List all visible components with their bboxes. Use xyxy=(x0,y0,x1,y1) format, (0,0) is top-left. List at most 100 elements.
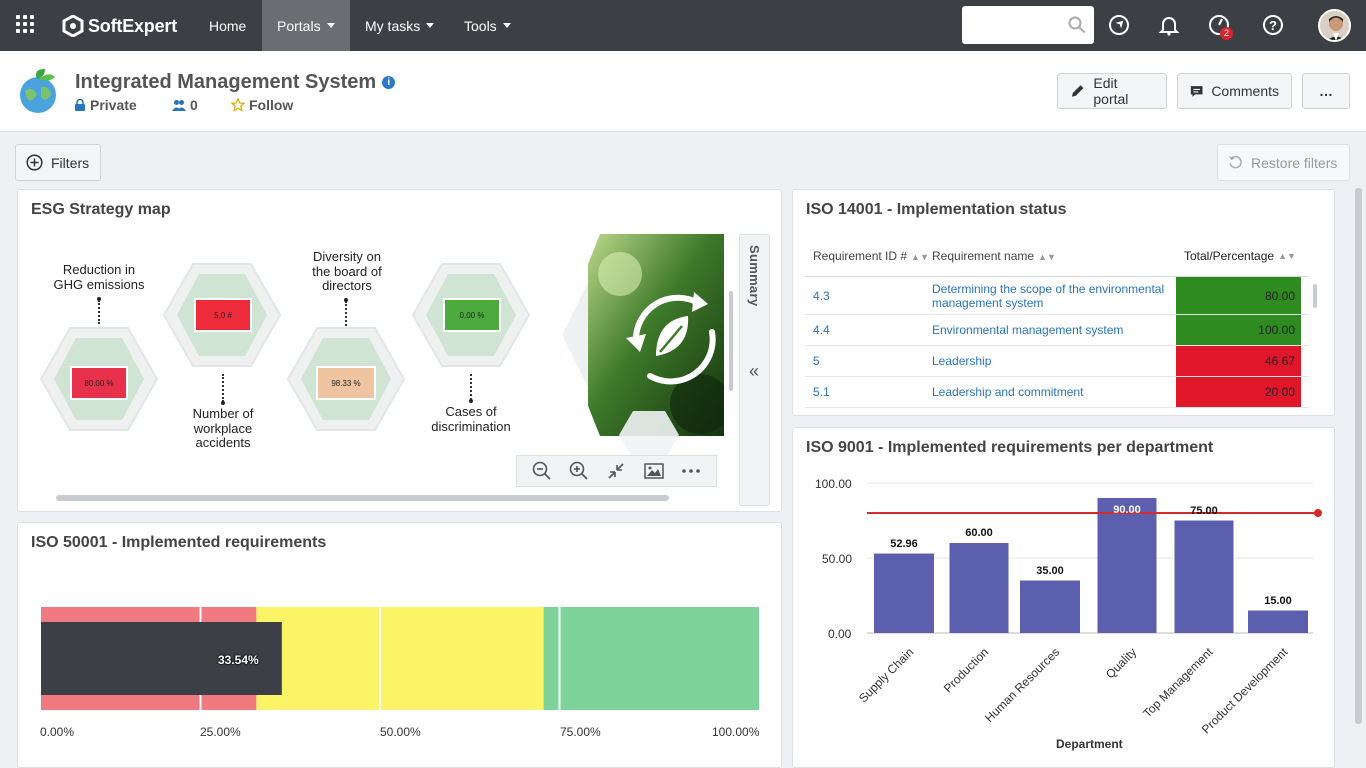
cell-value: 100.00 xyxy=(1176,315,1301,345)
sort-icon: ▲▼ xyxy=(1278,251,1296,261)
bell-icon[interactable] xyxy=(1157,13,1181,37)
ghg-label: Reduction in GHG emissions xyxy=(53,262,145,292)
sustainability-hexagon-image xyxy=(562,234,724,436)
image-icon[interactable] xyxy=(644,462,664,480)
cell-id[interactable]: 5.1 xyxy=(805,385,932,399)
sort-icon: ▲▼ xyxy=(1038,251,1056,262)
search-input[interactable] xyxy=(962,6,1094,44)
bar-value-label: 90.00 xyxy=(1113,504,1141,516)
nav-portals[interactable]: Portals xyxy=(262,0,350,51)
discrimination-value-box: 0.00 % xyxy=(443,298,501,332)
connector-line xyxy=(470,374,472,400)
nav-tools[interactable]: Tools xyxy=(464,0,511,51)
iso50001-value-label: 33.54% xyxy=(218,653,259,667)
cell-value: 20.00 xyxy=(1176,377,1301,407)
ghg-value-box: 80.00 % xyxy=(70,366,128,400)
nav-home[interactable]: Home xyxy=(209,0,246,51)
iso50001-tick-50: 50.00% xyxy=(380,725,421,739)
privacy-label: Private xyxy=(90,97,137,113)
page-title: Integrated Management System i xyxy=(75,71,396,94)
nav-my-tasks[interactable]: My tasks xyxy=(365,0,435,51)
horizontal-scrollbar[interactable] xyxy=(56,495,669,501)
x-axis-title: Department xyxy=(1056,737,1123,751)
cell-id[interactable]: 5 xyxy=(805,354,932,368)
svg-text:?: ? xyxy=(1269,18,1277,33)
privacy-indicator: Private xyxy=(75,97,137,113)
connector-dot xyxy=(97,297,101,301)
bar-top-management xyxy=(1174,520,1234,633)
iso50001-tick-0: 0.00% xyxy=(40,725,75,739)
column-header-id[interactable]: Requirement ID # ▲▼ xyxy=(805,249,932,263)
cell-name[interactable]: Environmental management system xyxy=(932,323,1176,337)
bar-value-label: 75.00 xyxy=(1190,504,1218,517)
table-header: Requirement ID # ▲▼ Requirement name ▲▼ To… xyxy=(805,236,1309,277)
more-options-button[interactable]: … xyxy=(1302,73,1350,109)
bar-quality xyxy=(1097,498,1157,633)
range-band-1 xyxy=(256,607,544,710)
cell-name[interactable]: Leadership xyxy=(932,354,1176,368)
comments-label: Comments xyxy=(1211,83,1279,99)
table-row[interactable]: 5 Leadership 46.67 xyxy=(805,346,1309,377)
chevron-down-icon xyxy=(426,23,435,28)
members-count[interactable]: 0 xyxy=(172,97,198,113)
cell-id[interactable]: 4.4 xyxy=(805,323,932,337)
connector-dot xyxy=(221,401,225,405)
info-icon[interactable]: i xyxy=(382,76,396,90)
vertical-scrollbar[interactable] xyxy=(729,291,733,391)
esg-map-title: ESG Strategy map xyxy=(31,201,171,218)
edit-portal-label: Edit portal xyxy=(1093,75,1129,107)
iso9001-panel: ISO 9001 - Implemented requirements per … xyxy=(792,427,1335,768)
edit-portal-button[interactable]: Edit portal xyxy=(1057,73,1167,109)
cell-id[interactable]: 4.3 xyxy=(805,289,932,303)
bar-value-label: 52.96 xyxy=(890,537,918,550)
user-photo-icon xyxy=(1320,11,1349,40)
range-band-2 xyxy=(543,607,759,710)
iso14001-table: Requirement ID # ▲▼ Requirement name ▲▼ To… xyxy=(805,236,1309,408)
table-row[interactable]: 4.4 Environmental management system 100.… xyxy=(805,315,1309,346)
column-header-name[interactable]: Requirement name ▲▼ xyxy=(932,249,1176,263)
brand-logo[interactable]: SoftExpert xyxy=(62,13,177,39)
connector-line xyxy=(98,300,100,324)
zoom-in-icon[interactable] xyxy=(569,461,589,481)
add-circle-icon xyxy=(26,154,43,171)
filters-button[interactable]: Filters xyxy=(15,144,101,181)
comments-button[interactable]: Comments xyxy=(1177,73,1292,109)
bar-value-label: 15.00 xyxy=(1264,594,1292,607)
column-header-total[interactable]: Total/Percentage ▲▼ xyxy=(1176,236,1301,276)
y-tick-50: 50.00 xyxy=(822,552,853,566)
page-title-text: Integrated Management System xyxy=(75,71,377,93)
restore-icon xyxy=(1229,155,1242,169)
zoom-out-icon[interactable] xyxy=(532,461,552,481)
page-scrollbar[interactable] xyxy=(1355,188,1362,724)
navigation-compass-icon[interactable] xyxy=(1107,13,1131,37)
iso14001-title: ISO 14001 - Implementation status xyxy=(806,201,1067,218)
bar-value-label: 60.00 xyxy=(965,527,993,539)
map-toolbar xyxy=(516,455,717,487)
iso14001-panel: ISO 14001 - Implementation status Requir… xyxy=(792,189,1335,416)
fit-icon[interactable] xyxy=(606,461,626,481)
discrimination-label: Cases of discrimination xyxy=(431,404,511,434)
collapse-chevron-icon[interactable]: « xyxy=(749,361,759,382)
iso50001-tick-25: 25.00% xyxy=(200,725,241,739)
follow-button[interactable]: Follow xyxy=(231,97,293,113)
top-navigation-bar: SoftExpert Home Portals My tasks Tools 2… xyxy=(0,0,1366,51)
chevron-down-icon xyxy=(326,23,335,28)
cell-name[interactable]: Leadership and commitment xyxy=(932,385,1176,399)
cell-name[interactable]: Determining the scope of the environment… xyxy=(932,282,1176,310)
table-scrollbar[interactable] xyxy=(1313,284,1317,308)
pencil-icon xyxy=(1071,85,1084,97)
cell-value: 80.00 xyxy=(1176,277,1301,314)
help-icon[interactable]: ? xyxy=(1261,13,1285,37)
column-header-name-label: Requirement name xyxy=(932,249,1035,263)
chevron-down-icon xyxy=(502,23,511,28)
restore-filters-button[interactable]: Restore filters xyxy=(1217,144,1350,181)
app-grid-icon[interactable] xyxy=(16,15,36,35)
search-icon xyxy=(1068,16,1086,34)
bar-human-resources xyxy=(1020,580,1080,633)
table-row[interactable]: 5.1 Leadership and commitment 20.00 xyxy=(805,377,1309,408)
table-row[interactable]: 4.3 Determining the scope of the environ… xyxy=(805,277,1309,315)
more-icon[interactable] xyxy=(681,468,701,474)
user-avatar[interactable] xyxy=(1318,9,1351,42)
summary-tab[interactable]: Summary « xyxy=(729,234,770,506)
bar-product-development xyxy=(1248,610,1308,633)
